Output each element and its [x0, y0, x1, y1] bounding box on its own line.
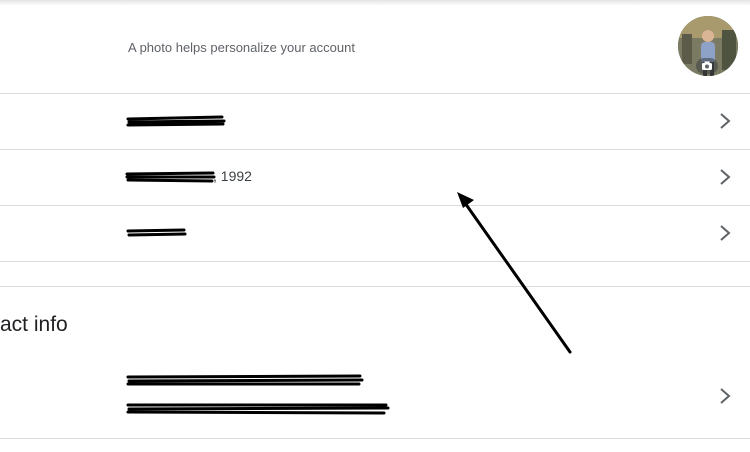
annotation-arrow — [457, 192, 572, 354]
